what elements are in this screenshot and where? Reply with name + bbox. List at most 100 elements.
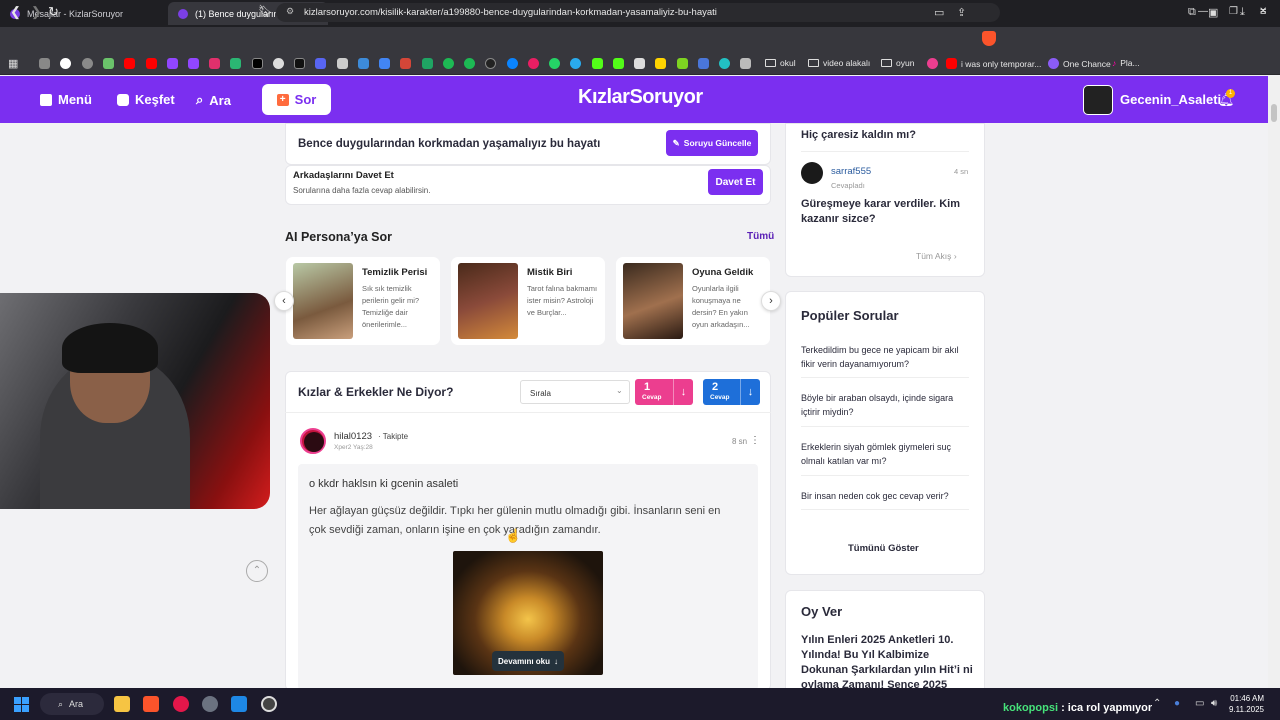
persona-card[interactable]: Oyuna Geldik Oyunlarla ilgili konuşmaya …: [616, 257, 770, 345]
follow-status[interactable]: · Takipte: [378, 432, 408, 441]
bookmark-link-pla[interactable]: ♪ Pla...: [1112, 58, 1140, 68]
youtube-icon[interactable]: [124, 58, 135, 69]
url-bar[interactable]: kizlarsoruyor.com/kisilik-karakter/a1998…: [276, 3, 1000, 22]
activity-question[interactable]: Güreşmeye karar verdiler. Kim kazanır si…: [801, 197, 966, 227]
page-scrollbar[interactable]: [1268, 76, 1280, 688]
network-icon[interactable]: ▭: [1195, 698, 1204, 709]
drive-icon[interactable]: [422, 58, 433, 69]
bookmark-icon[interactable]: 🔖︎: [258, 4, 273, 18]
openai-icon[interactable]: [82, 58, 93, 69]
ask-button[interactable]: + Sor: [262, 84, 331, 115]
bookmark-folder-okul[interactable]: okul: [765, 58, 796, 68]
answer-username[interactable]: hilal0123: [334, 431, 372, 442]
popular-question-item[interactable]: Terkedildim bu gece ne yapicam bir akıl …: [801, 343, 969, 371]
back-icon[interactable]: ❮: [10, 4, 21, 20]
sort-select[interactable]: Sırala: [520, 380, 630, 404]
bookmark-app-icon[interactable]: [358, 58, 369, 69]
file-explorer-icon[interactable]: [114, 696, 130, 712]
popular-question-item[interactable]: Bir insan neden cok gec cevap verir?: [801, 489, 969, 503]
gmail-icon[interactable]: [400, 58, 411, 69]
x-twitter-icon[interactable]: [252, 58, 263, 69]
tab-messages[interactable]: Mesajlar - KizlarSoruyor: [0, 2, 166, 25]
google-icon[interactable]: [60, 58, 71, 69]
all-activity-link[interactable]: Tüm Akış ›: [916, 251, 957, 261]
steam-icon[interactable]: [261, 696, 277, 712]
brave-browser-icon[interactable]: [143, 696, 159, 712]
bookmark-link-temporary[interactable]: i was only temporar...: [946, 58, 1041, 69]
show-all-button[interactable]: Tümünü Göster: [848, 543, 919, 554]
tray-expand-icon[interactable]: ⌃: [1153, 698, 1161, 709]
read-more-button[interactable]: Devamını oku ↓: [492, 651, 564, 671]
windows-start-icon[interactable]: [14, 697, 29, 712]
twitch-icon[interactable]: [167, 58, 178, 69]
whatsapp-icon[interactable]: [549, 58, 560, 69]
kick-icon[interactable]: [592, 58, 603, 69]
discord-icon[interactable]: [315, 58, 326, 69]
taskbar-clock[interactable]: 01:46 AM 9.11.2025: [1229, 693, 1264, 715]
browser-menu-icon[interactable]: ≡: [1260, 6, 1266, 18]
update-question-button[interactable]: ✎ Soruyu Güncelle: [666, 130, 758, 156]
restore-icon[interactable]: ❐: [1229, 6, 1238, 17]
carousel-next-icon[interactable]: ›: [761, 291, 781, 311]
bookmark-app-icon[interactable]: [655, 58, 666, 69]
bookmark-app-icon[interactable]: [507, 58, 518, 69]
site-info-icon[interactable]: ⚙: [286, 6, 294, 17]
microphone-icon[interactable]: ●: [1174, 698, 1180, 709]
more-options-icon[interactable]: ⋮: [750, 435, 760, 446]
downloads-icon[interactable]: ⤓: [1240, 6, 1245, 19]
vote-poll-text[interactable]: Yılın Enleri 2025 Anketleri 10. Yılında!…: [801, 633, 973, 688]
bookmark-app-icon[interactable]: [230, 58, 241, 69]
bookmark-app-icon[interactable]: [677, 58, 688, 69]
history-icon[interactable]: [39, 58, 50, 69]
bookmark-app-icon[interactable]: [927, 58, 938, 69]
translate-icon[interactable]: [379, 58, 390, 69]
activity-avatar[interactable]: [801, 162, 823, 184]
carousel-prev-icon[interactable]: ‹: [274, 291, 294, 311]
photos-icon[interactable]: [231, 696, 247, 712]
obs-icon[interactable]: [202, 696, 218, 712]
girls-answers-button[interactable]: 1 Cevap ↓: [635, 379, 693, 405]
bookmark-app-icon[interactable]: [698, 58, 709, 69]
twitch-icon[interactable]: [188, 58, 199, 69]
apps-grid-icon[interactable]: ▦: [8, 57, 19, 70]
brave-shields-icon[interactable]: [982, 31, 996, 46]
minimize-icon[interactable]: —: [1198, 6, 1208, 17]
user-avatar[interactable]: [1083, 85, 1113, 115]
share-icon[interactable]: ⇪: [957, 6, 966, 19]
bookmark-folder-video[interactable]: video alakalı: [808, 58, 870, 68]
popular-question-item[interactable]: Böyle bir araban olsaydı, içinde sigara …: [801, 391, 969, 419]
bookmark-link-one-chance[interactable]: One Chance: [1048, 58, 1111, 69]
kick-icon[interactable]: [613, 58, 624, 69]
ai-persona-all-link[interactable]: Tümü: [747, 231, 774, 242]
menu-button[interactable]: Menü: [40, 92, 92, 107]
spotify-icon[interactable]: [464, 58, 475, 69]
instagram-icon[interactable]: [209, 58, 220, 69]
media-player-icon[interactable]: [173, 696, 189, 712]
persona-card[interactable]: Temizlik Perisi Sık sık temizlik periler…: [286, 257, 440, 345]
extension-bookmark-icon[interactable]: [103, 58, 114, 69]
boys-answers-button[interactable]: 2 Cevap ↓: [703, 379, 760, 405]
bookmark-app-icon[interactable]: [719, 58, 730, 69]
github-icon[interactable]: [485, 58, 496, 69]
bookmark-app-icon[interactable]: [337, 58, 348, 69]
link-icon[interactable]: [273, 58, 284, 69]
header-username[interactable]: Gecenin_Asaleti: [1120, 92, 1221, 107]
volume-icon[interactable]: 🔊︎: [1211, 698, 1217, 709]
youtube-icon[interactable]: [146, 58, 157, 69]
cast-icon[interactable]: ▭: [934, 6, 944, 19]
invite-button[interactable]: Davet Et: [708, 169, 763, 195]
spotify-icon[interactable]: [443, 58, 454, 69]
scroll-top-icon[interactable]: ⌃: [246, 560, 268, 582]
extensions-icon[interactable]: ⧉: [1188, 6, 1196, 19]
telegram-icon[interactable]: [570, 58, 581, 69]
bookmark-app-icon[interactable]: [740, 58, 751, 69]
bookmark-app-icon[interactable]: [634, 58, 645, 69]
popular-question-item[interactable]: Erkeklerin siyah gömlek giymeleri suç ol…: [801, 440, 969, 468]
forward-icon[interactable]: ❯: [31, 4, 42, 20]
activity-question[interactable]: Hiç çaresiz kaldın mı?: [801, 129, 916, 141]
reload-icon[interactable]: ↻: [48, 4, 59, 20]
activity-username[interactable]: sarraf555: [831, 166, 871, 177]
taskbar-search[interactable]: ⌕ Ara: [40, 693, 104, 715]
wallet-icon[interactable]: ▣: [1208, 6, 1218, 19]
bookmark-app-icon[interactable]: [528, 58, 539, 69]
